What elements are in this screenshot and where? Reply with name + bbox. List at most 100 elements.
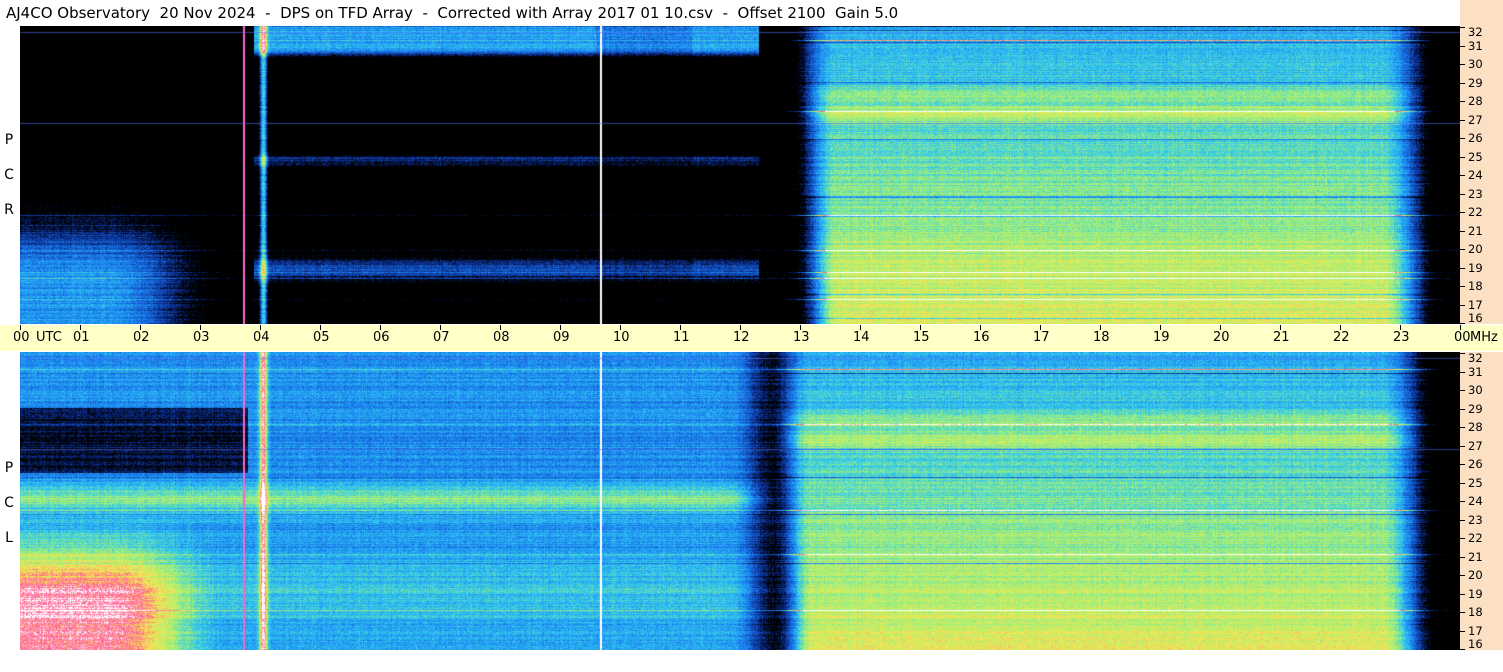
pol-letter-rcp-bottom: R — [4, 202, 14, 218]
freq-tick — [1460, 649, 1465, 650]
freq-tick-label: 21 — [1468, 550, 1483, 564]
time-tick-label: 00 — [13, 330, 30, 345]
freq-tick — [1460, 157, 1465, 158]
freq-tick-label: 24 — [1468, 494, 1483, 508]
freq-tick-label: 23 — [1468, 187, 1483, 201]
freq-tick — [1460, 268, 1465, 269]
freq-tick — [1460, 594, 1465, 595]
freq-tick-label: 19 — [1468, 587, 1483, 601]
freq-tick-label: 17 — [1468, 298, 1483, 312]
time-tick-label: 05 — [313, 330, 330, 345]
freq-tick-label: 19 — [1468, 261, 1483, 275]
freq-tick — [1460, 575, 1465, 576]
freq-tick-label: 29 — [1468, 76, 1483, 90]
time-tick-label: 03 — [193, 330, 210, 345]
freq-tick — [1460, 323, 1465, 324]
freq-tick — [1460, 27, 1465, 28]
freq-tick-label: 20 — [1468, 242, 1483, 256]
time-tick-label: 23 — [1393, 330, 1410, 345]
plot-title: AJ4CO Observatory 20 Nov 2024 - DPS on T… — [6, 4, 899, 22]
freq-tick — [1460, 286, 1465, 287]
freq-tick-label: 28 — [1468, 94, 1483, 108]
top-right-corner — [1460, 0, 1503, 26]
time-tick-label: 02 — [133, 330, 150, 345]
time-tick-label: 15 — [913, 330, 930, 345]
freq-tick — [1460, 483, 1465, 484]
time-tick-label: 12 — [733, 330, 750, 345]
freq-tick — [1460, 372, 1465, 373]
freq-tick-label: 25 — [1468, 150, 1483, 164]
time-tick-label: 01 — [73, 330, 90, 345]
time-tick-label: 07 — [433, 330, 450, 345]
freq-tick — [1460, 305, 1465, 306]
freq-tick-label: 27 — [1468, 113, 1483, 127]
freq-tick — [1460, 212, 1465, 213]
freq-tick — [1460, 138, 1465, 139]
freq-tick — [1460, 353, 1465, 354]
freq-tick-label: 26 — [1468, 131, 1483, 145]
freq-tick-label: 18 — [1468, 605, 1483, 619]
freq-tick-label: 31 — [1468, 39, 1483, 53]
time-tick-label: 20 — [1213, 330, 1230, 345]
freq-tick-label: 24 — [1468, 168, 1483, 182]
freq-unit-label: MHz — [1470, 330, 1498, 345]
spectrogram-rcp-canvas — [20, 26, 1460, 324]
pol-letter-rcp-top: P — [4, 132, 14, 148]
freq-tick — [1460, 501, 1465, 502]
freq-tick — [1460, 390, 1465, 391]
freq-tick-label: 16 — [1468, 311, 1483, 324]
freq-tick-label: 17 — [1468, 624, 1483, 638]
time-tick-label: 14 — [853, 330, 870, 345]
freq-tick-label: 18 — [1468, 279, 1483, 293]
time-tick-label: 17 — [1033, 330, 1050, 345]
spectrogram-rcp — [20, 26, 1460, 324]
freq-tick — [1460, 631, 1465, 632]
time-tick-label: 16 — [973, 330, 990, 345]
time-tick-label: 19 — [1153, 330, 1170, 345]
time-tick-label: 10 — [613, 330, 630, 345]
freq-tick-label: 25 — [1468, 476, 1483, 490]
time-tick-label: 08 — [493, 330, 510, 345]
freq-tick-label: 21 — [1468, 224, 1483, 238]
time-tick-label: 22 — [1333, 330, 1350, 345]
spectrogram-lcp — [20, 352, 1460, 650]
freq-tick-label: 32 — [1468, 26, 1483, 39]
freq-tick — [1460, 83, 1465, 84]
time-tick-label: 06 — [373, 330, 390, 345]
freq-tick — [1460, 557, 1465, 558]
time-unit-label: UTC — [36, 330, 62, 345]
freq-tick-label: 20 — [1468, 568, 1483, 582]
time-tick-label: 18 — [1093, 330, 1110, 345]
freq-tick-label: 27 — [1468, 439, 1483, 453]
time-tick-label: 09 — [553, 330, 570, 345]
pol-letter-lcp-mid: C — [4, 495, 14, 511]
freq-tick-label: 30 — [1468, 383, 1483, 397]
freq-tick — [1460, 249, 1465, 250]
freq-tick-label: 22 — [1468, 205, 1483, 219]
pol-letter-rcp-mid: C — [4, 167, 14, 183]
freq-tick — [1460, 175, 1465, 176]
time-tick-label: 00 — [1454, 330, 1471, 345]
freq-tick — [1460, 409, 1465, 410]
spectrogram-lcp-canvas — [20, 352, 1460, 650]
freq-tick — [1460, 64, 1465, 65]
freq-tick — [1460, 120, 1465, 121]
freq-tick — [1460, 231, 1465, 232]
freq-tick — [1460, 538, 1465, 539]
freq-tick — [1460, 427, 1465, 428]
freq-tick — [1460, 46, 1465, 47]
freq-tick — [1460, 446, 1465, 447]
freq-tick-label: 29 — [1468, 402, 1483, 416]
frequency-axis-lcp: 16 17 18 19 20 21 22 23 24 25 26 27 28 29 30 31 32 — [1460, 352, 1503, 650]
freq-tick — [1460, 612, 1465, 613]
freq-tick-label: 22 — [1468, 531, 1483, 545]
pol-letter-lcp-top: P — [4, 460, 14, 476]
freq-tick — [1460, 101, 1465, 102]
frequency-axis-rcp: 16 17 18 19 20 21 22 23 24 25 26 27 28 29 30 31 32 — [1460, 26, 1503, 324]
freq-tick — [1460, 464, 1465, 465]
pol-letter-lcp-bottom: L — [5, 530, 13, 546]
time-tick-label: 11 — [673, 330, 690, 345]
freq-tick — [1460, 194, 1465, 195]
time-tick-label: 13 — [793, 330, 810, 345]
freq-tick-label: 26 — [1468, 457, 1483, 471]
